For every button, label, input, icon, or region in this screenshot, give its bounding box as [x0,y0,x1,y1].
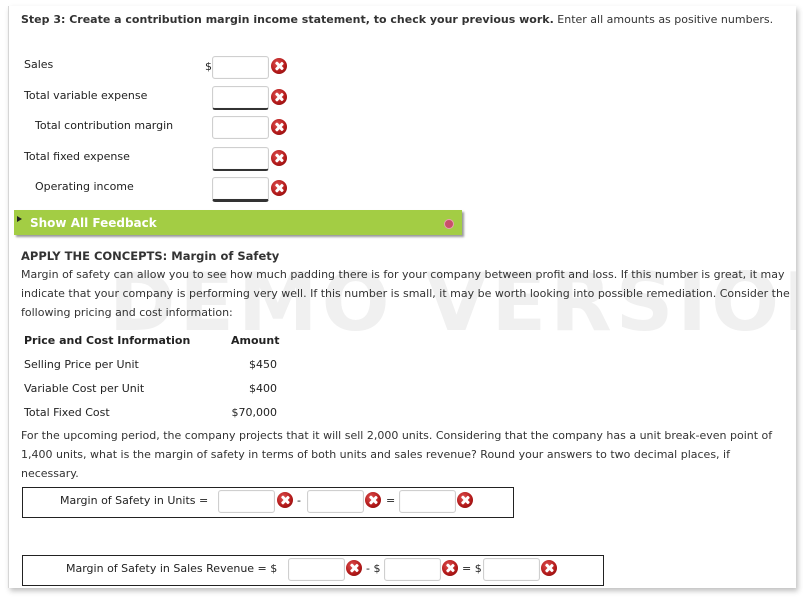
show-all-feedback-bar[interactable]: Show All Feedback [14,210,462,235]
apply-concepts-title: APPLY THE CONCEPTS: Margin of Safety [21,249,280,263]
revenue-input-projected[interactable] [288,558,345,581]
table-cell-label: Variable Cost per Unit [24,382,145,395]
step3-note: Enter all amounts as positive numbers. [553,13,774,26]
units-input-result[interactable] [399,490,456,513]
minus-sign: - [297,494,301,507]
table-cell-amount: $70,000 [231,406,278,419]
incorrect-icon [271,150,287,166]
contribution-margin-input[interactable] [212,116,269,139]
incorrect-icon [346,560,362,576]
apply-intro-paragraph: Margin of safety can allow you to see ho… [21,268,790,319]
incorrect-icon [457,492,473,508]
sales-input[interactable] [212,56,269,79]
table-header-info: Price and Cost Information [24,334,191,347]
show-all-feedback-label: Show All Feedback [30,216,157,230]
incorrect-icon [271,180,287,196]
expand-triangle-icon [17,216,22,222]
currency-symbol: $ [205,60,212,73]
row-label-sales: Sales [24,58,54,71]
step3-title: Step 3: Create a contribution margin inc… [21,13,554,26]
variable-expense-input[interactable] [212,86,269,110]
units-input-projected[interactable] [218,490,275,513]
revenue-input-breakeven[interactable] [384,558,441,581]
revenue-input-result[interactable] [483,558,540,581]
equals-sign: = [386,494,396,507]
revenue-equation-label: Margin of Safety in Sales Revenue = $ [66,562,278,575]
table-cell-label: Selling Price per Unit [24,358,139,371]
question-card: DEMO VERSION Step 3: Create a contributi… [8,6,796,588]
operating-income-input[interactable] [212,177,269,202]
fixed-expense-input[interactable] [212,147,269,171]
incorrect-icon [271,58,287,74]
units-equation-label: Margin of Safety in Units = [60,494,209,507]
table-cell-amount: $450 [249,358,277,371]
row-label-contribution-margin: Total contribution margin [35,119,174,132]
incorrect-icon [277,492,293,508]
row-label-operating-income: Operating income [35,180,134,193]
step3-instructions: Step 3: Create a contribution margin inc… [21,10,781,29]
close-icon[interactable] [444,219,454,229]
incorrect-icon [541,560,557,576]
units-input-breakeven[interactable] [307,490,364,513]
question-paragraph: For the upcoming period, the company pro… [21,429,773,480]
table-cell-amount: $400 [249,382,277,395]
incorrect-icon [365,492,381,508]
row-label-fixed-expense: Total fixed expense [24,150,130,163]
table-header-amount: Amount [231,334,280,347]
row-label-variable-expense: Total variable expense [24,89,148,102]
incorrect-icon [271,119,287,135]
incorrect-icon [442,560,458,576]
minus-dollar-sign: - $ [366,562,381,575]
table-cell-label: Total Fixed Cost [24,406,110,419]
incorrect-icon [271,89,287,105]
equals-dollar-sign: = $ [462,562,482,575]
